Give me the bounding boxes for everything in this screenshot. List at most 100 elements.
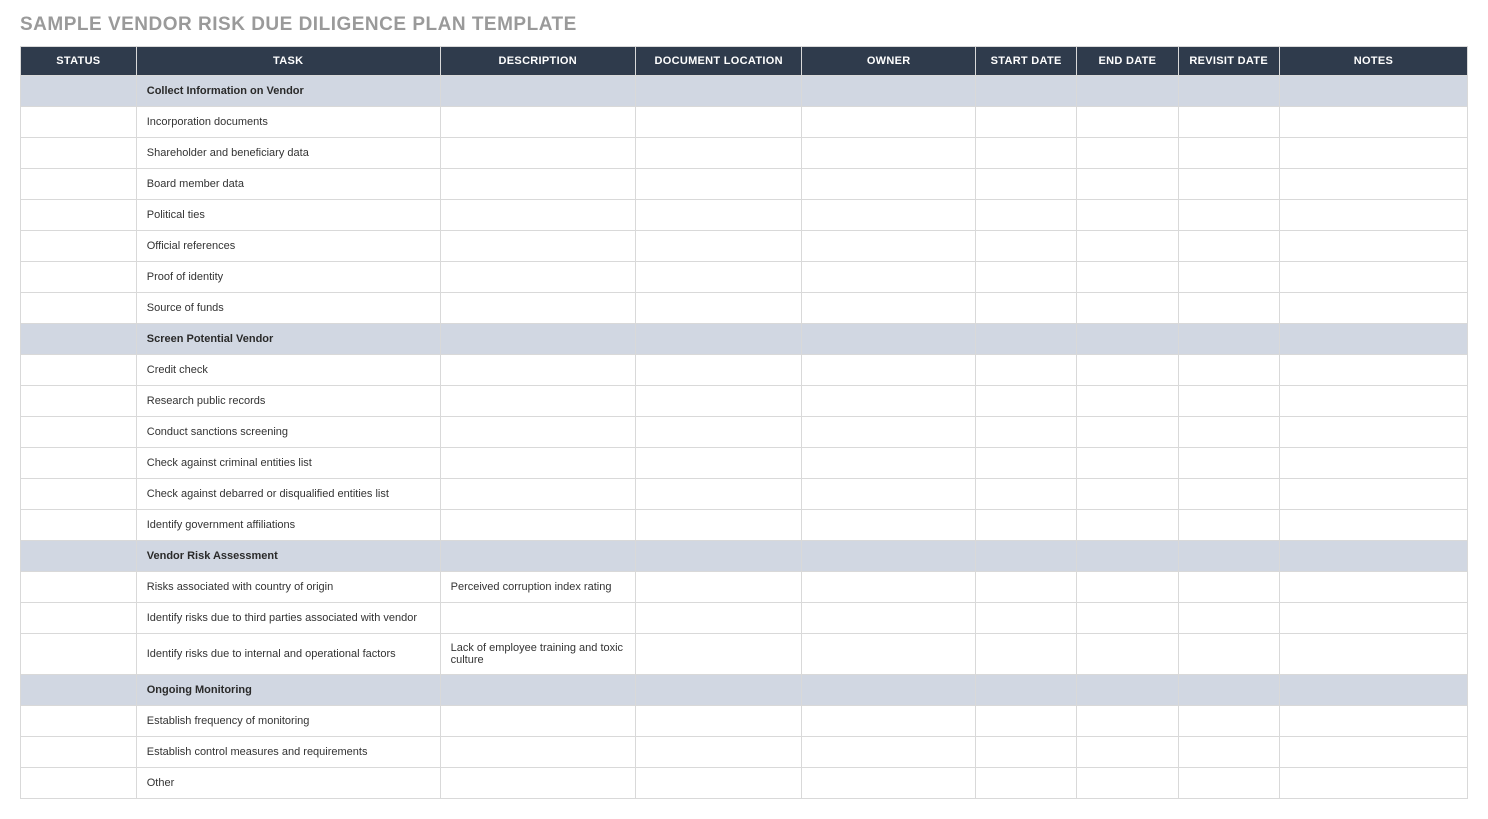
cell-status[interactable] <box>21 324 137 355</box>
cell-end_date[interactable] <box>1077 355 1178 386</box>
cell-end_date[interactable] <box>1077 706 1178 737</box>
cell-description[interactable]: Lack of employee training and toxic cult… <box>440 634 635 675</box>
cell-owner[interactable] <box>802 293 976 324</box>
cell-notes[interactable] <box>1279 417 1467 448</box>
cell-document_location[interactable] <box>635 169 801 200</box>
cell-start_date[interactable] <box>975 603 1076 634</box>
cell-status[interactable] <box>21 768 137 799</box>
cell-status[interactable] <box>21 107 137 138</box>
cell-document_location[interactable] <box>635 706 801 737</box>
cell-document_location[interactable] <box>635 262 801 293</box>
cell-document_location[interactable] <box>635 603 801 634</box>
cell-owner[interactable] <box>802 479 976 510</box>
cell-owner[interactable] <box>802 262 976 293</box>
cell-start_date[interactable] <box>975 706 1076 737</box>
cell-document_location[interactable] <box>635 386 801 417</box>
cell-owner[interactable] <box>802 675 976 706</box>
cell-start_date[interactable] <box>975 324 1076 355</box>
cell-description[interactable] <box>440 138 635 169</box>
cell-document_location[interactable] <box>635 138 801 169</box>
cell-owner[interactable] <box>802 200 976 231</box>
cell-task[interactable]: Ongoing Monitoring <box>136 675 440 706</box>
cell-task[interactable]: Check against debarred or disqualified e… <box>136 479 440 510</box>
cell-owner[interactable] <box>802 417 976 448</box>
cell-notes[interactable] <box>1279 541 1467 572</box>
cell-end_date[interactable] <box>1077 76 1178 107</box>
cell-notes[interactable] <box>1279 706 1467 737</box>
cell-owner[interactable] <box>802 138 976 169</box>
cell-description[interactable] <box>440 737 635 768</box>
cell-notes[interactable] <box>1279 448 1467 479</box>
cell-status[interactable] <box>21 541 137 572</box>
cell-end_date[interactable] <box>1077 386 1178 417</box>
cell-start_date[interactable] <box>975 386 1076 417</box>
cell-notes[interactable] <box>1279 603 1467 634</box>
cell-document_location[interactable] <box>635 675 801 706</box>
cell-description[interactable] <box>440 231 635 262</box>
cell-task[interactable]: Vendor Risk Assessment <box>136 541 440 572</box>
cell-owner[interactable] <box>802 768 976 799</box>
cell-owner[interactable] <box>802 603 976 634</box>
cell-document_location[interactable] <box>635 634 801 675</box>
cell-start_date[interactable] <box>975 768 1076 799</box>
cell-task[interactable]: Identify risks due to internal and opera… <box>136 634 440 675</box>
cell-status[interactable] <box>21 603 137 634</box>
cell-description[interactable] <box>440 324 635 355</box>
cell-notes[interactable] <box>1279 768 1467 799</box>
cell-revisit_date[interactable] <box>1178 706 1279 737</box>
cell-revisit_date[interactable] <box>1178 262 1279 293</box>
cell-end_date[interactable] <box>1077 200 1178 231</box>
cell-task[interactable]: Identify risks due to third parties asso… <box>136 603 440 634</box>
cell-task[interactable]: Research public records <box>136 386 440 417</box>
cell-task[interactable]: Other <box>136 768 440 799</box>
cell-description[interactable] <box>440 479 635 510</box>
cell-owner[interactable] <box>802 386 976 417</box>
cell-status[interactable] <box>21 479 137 510</box>
cell-revisit_date[interactable] <box>1178 510 1279 541</box>
cell-revisit_date[interactable] <box>1178 737 1279 768</box>
cell-status[interactable] <box>21 293 137 324</box>
cell-status[interactable] <box>21 572 137 603</box>
cell-task[interactable]: Identify government affiliations <box>136 510 440 541</box>
cell-notes[interactable] <box>1279 262 1467 293</box>
cell-task[interactable]: Official references <box>136 231 440 262</box>
cell-notes[interactable] <box>1279 231 1467 262</box>
cell-revisit_date[interactable] <box>1178 386 1279 417</box>
cell-revisit_date[interactable] <box>1178 603 1279 634</box>
cell-start_date[interactable] <box>975 479 1076 510</box>
cell-end_date[interactable] <box>1077 169 1178 200</box>
cell-task[interactable]: Establish frequency of monitoring <box>136 706 440 737</box>
cell-owner[interactable] <box>802 510 976 541</box>
cell-owner[interactable] <box>802 448 976 479</box>
cell-revisit_date[interactable] <box>1178 169 1279 200</box>
cell-notes[interactable] <box>1279 675 1467 706</box>
cell-revisit_date[interactable] <box>1178 768 1279 799</box>
cell-document_location[interactable] <box>635 768 801 799</box>
cell-status[interactable] <box>21 634 137 675</box>
cell-revisit_date[interactable] <box>1178 448 1279 479</box>
cell-end_date[interactable] <box>1077 768 1178 799</box>
cell-notes[interactable] <box>1279 737 1467 768</box>
cell-notes[interactable] <box>1279 107 1467 138</box>
cell-notes[interactable] <box>1279 510 1467 541</box>
cell-start_date[interactable] <box>975 169 1076 200</box>
cell-description[interactable] <box>440 448 635 479</box>
cell-task[interactable]: Conduct sanctions screening <box>136 417 440 448</box>
cell-end_date[interactable] <box>1077 572 1178 603</box>
cell-description[interactable] <box>440 262 635 293</box>
cell-revisit_date[interactable] <box>1178 200 1279 231</box>
cell-end_date[interactable] <box>1077 448 1178 479</box>
cell-end_date[interactable] <box>1077 107 1178 138</box>
cell-task[interactable]: Board member data <box>136 169 440 200</box>
cell-task[interactable]: Credit check <box>136 355 440 386</box>
cell-end_date[interactable] <box>1077 138 1178 169</box>
cell-description[interactable] <box>440 675 635 706</box>
cell-end_date[interactable] <box>1077 541 1178 572</box>
cell-start_date[interactable] <box>975 541 1076 572</box>
cell-start_date[interactable] <box>975 76 1076 107</box>
cell-start_date[interactable] <box>975 572 1076 603</box>
cell-notes[interactable] <box>1279 200 1467 231</box>
cell-description[interactable] <box>440 76 635 107</box>
cell-revisit_date[interactable] <box>1178 634 1279 675</box>
cell-end_date[interactable] <box>1077 510 1178 541</box>
